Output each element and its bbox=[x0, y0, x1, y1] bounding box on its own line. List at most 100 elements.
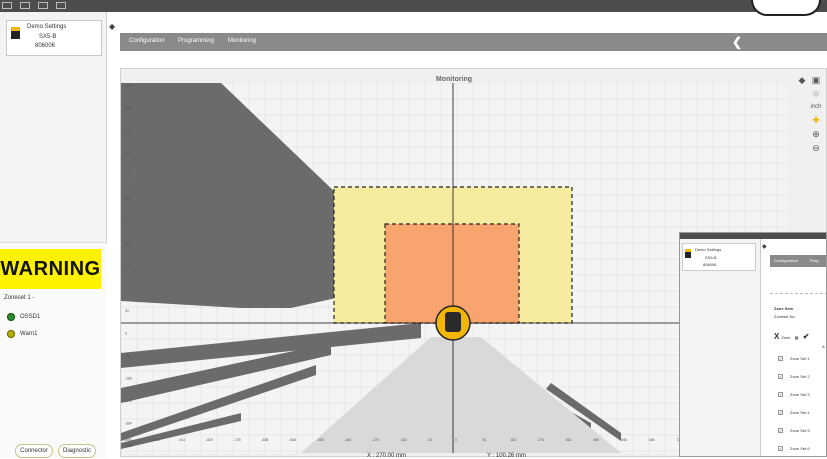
diagnostic-button[interactable]: Diagnostic bbox=[58, 444, 96, 458]
collapse-sidebar-icon[interactable]: ◆ bbox=[109, 22, 115, 31]
zone-set-label: Zone Set 5 bbox=[790, 428, 810, 433]
tab-monitoring[interactable]: Monitoring bbox=[228, 38, 256, 44]
x-tick-label: -638 bbox=[261, 438, 268, 442]
column-header: A bbox=[822, 344, 825, 349]
zoom-in-icon[interactable]: ⊕ bbox=[811, 129, 821, 139]
scanner-window bbox=[445, 312, 461, 332]
zone-toolbar: X Zone ▦ ✔ bbox=[774, 332, 811, 341]
connector-button[interactable]: Connector bbox=[15, 444, 53, 458]
y-tick-label: 181 bbox=[125, 287, 131, 291]
zone-set-checkbox[interactable]: ✓ bbox=[778, 392, 783, 397]
y-tick-label: 1008 bbox=[125, 84, 133, 88]
y-tick-label: 0 bbox=[125, 332, 127, 336]
zoneset-no-label: Zoneset No. bbox=[774, 314, 796, 319]
warn1-led-icon bbox=[7, 330, 15, 338]
zone-set-label: Zone Set 3 bbox=[790, 392, 810, 397]
title-bar bbox=[0, 0, 827, 16]
zoneset-label: Zoneset 1 - bbox=[4, 295, 35, 301]
x-tick-label: -182 bbox=[400, 438, 407, 442]
x-tick-label: -546 bbox=[289, 438, 296, 442]
sidebar: Demo Settings SX5-B 806006 WARNING Zones… bbox=[0, 12, 107, 458]
device-serial: 806006 bbox=[35, 43, 56, 49]
inset-sidebar: Demo Settings SX5-B 806006 bbox=[680, 239, 761, 456]
status-panel: WARNING Zoneset 1 - OSSD1 Warn1 Connecto… bbox=[0, 242, 107, 458]
cursor-y-readout: Y : 100.26 mm bbox=[487, 453, 526, 459]
window-control-icon[interactable] bbox=[56, 2, 66, 9]
x-tick-label: -820 bbox=[206, 438, 213, 442]
inset-tab-configuration[interactable]: Configuration bbox=[774, 258, 798, 263]
window-control-icon[interactable] bbox=[20, 2, 30, 9]
inset-device-serial: 806006 bbox=[703, 262, 717, 267]
zone-set-checkbox[interactable]: ✓ bbox=[778, 356, 783, 361]
x-tick-label: -911 bbox=[178, 438, 185, 442]
x-tick-label: 91 bbox=[483, 438, 487, 442]
zone-set-label: Zone Set 2 bbox=[790, 374, 810, 379]
ossd1-led-icon bbox=[7, 313, 15, 321]
pan-icon[interactable]: ✚ bbox=[811, 115, 821, 125]
tab-configuration[interactable]: Configuration bbox=[129, 38, 165, 44]
zone-set-label: Zone Set 4 bbox=[790, 410, 810, 415]
y-tick-label: 816 bbox=[125, 129, 131, 133]
y-tick-label: 91 bbox=[125, 309, 129, 313]
zone-set-checkbox[interactable]: ✓ bbox=[778, 374, 783, 379]
zone-set-label: Zone Set 1 bbox=[790, 356, 810, 361]
x-tick-label: -729 bbox=[234, 438, 241, 442]
device-card[interactable]: Demo Settings SX5-B 806006 bbox=[6, 20, 102, 56]
cursor-x-readout: X : 270.00 mm bbox=[367, 453, 407, 459]
brand-logo bbox=[751, 0, 821, 16]
zone-set-checkbox[interactable]: ✓ bbox=[778, 446, 783, 451]
tab-programming[interactable]: Programming bbox=[178, 38, 214, 44]
x-tick-label: -364 bbox=[344, 438, 351, 442]
camera-icon[interactable]: ▣ bbox=[811, 75, 821, 85]
y-tick-label: -455 bbox=[125, 444, 132, 448]
zone-set-label: Zone Set 6 bbox=[790, 446, 810, 451]
x-tick-label: 0 bbox=[455, 438, 457, 442]
inset-tab-programming[interactable]: Prog bbox=[810, 258, 818, 263]
x-tick-label: -91 bbox=[427, 438, 432, 442]
scanner-device-icon bbox=[685, 249, 691, 258]
zoom-out-icon[interactable]: ⊖ bbox=[811, 143, 821, 153]
pin-icon[interactable]: ◆ bbox=[797, 75, 807, 85]
y-tick-label: 614 bbox=[125, 174, 131, 178]
x-tick-label: 638 bbox=[649, 438, 655, 442]
zone-label: Zone bbox=[781, 335, 791, 340]
grid-icon[interactable]: ▦ bbox=[795, 335, 799, 340]
zone-set-checkbox[interactable]: ✓ bbox=[778, 428, 783, 433]
warning-indicator: WARNING bbox=[0, 249, 101, 289]
y-tick-label: -364 bbox=[125, 422, 132, 426]
y-tick-label: -91 bbox=[125, 354, 130, 358]
x-tick-label: -455 bbox=[317, 438, 324, 442]
warn1-label: Warn1 bbox=[20, 331, 38, 337]
ossd1-label: OSSD1 bbox=[20, 314, 41, 320]
inset-device-name: Demo Settings bbox=[695, 247, 722, 252]
y-tick-label: 470 bbox=[125, 219, 131, 223]
y-tick-label: 272 bbox=[125, 264, 131, 268]
zone-sets-panel: Zone Sets Zoneset No. X Zone ▦ ✔ A ✓ Zone … bbox=[770, 293, 826, 456]
main-nav: Configuration Programming Monitoring ❮ bbox=[120, 33, 827, 51]
x-tick-label: 364 bbox=[566, 438, 572, 442]
units-label[interactable]: inch bbox=[806, 102, 826, 112]
x-tick-label: -273 bbox=[372, 438, 379, 442]
inset-window[interactable]: Demo Settings SX5-B 806006 ◆ Configurati… bbox=[679, 232, 827, 457]
y-tick-label: 908 bbox=[125, 107, 131, 111]
y-tick-label: 364 bbox=[125, 242, 131, 246]
collapse-sidebar-icon[interactable]: ◆ bbox=[762, 243, 767, 250]
monitoring-title: Monitoring bbox=[435, 76, 473, 83]
settings-gear-icon[interactable]: ✲ bbox=[811, 89, 821, 99]
y-tick-label: -182 bbox=[125, 377, 132, 381]
x-tick-label: 455 bbox=[593, 438, 599, 442]
window-control-icon[interactable] bbox=[2, 2, 12, 9]
device-name: Demo Settings bbox=[27, 24, 67, 30]
scanner-device-icon bbox=[11, 27, 20, 39]
delete-icon[interactable]: X bbox=[774, 332, 779, 341]
y-tick-label: 707 bbox=[125, 152, 131, 156]
zone-sets-title: Zone Sets bbox=[774, 306, 794, 311]
back-chevron-icon[interactable]: ❮ bbox=[732, 35, 742, 49]
zone-set-checkbox[interactable]: ✓ bbox=[778, 410, 783, 415]
inset-device-card[interactable]: Demo Settings SX5-B 806006 bbox=[682, 243, 756, 271]
inset-device-model: SX5-B bbox=[705, 255, 717, 260]
checkmark-icon[interactable]: ✔ bbox=[803, 332, 810, 341]
x-tick-label: 546 bbox=[621, 438, 627, 442]
window-control-icon[interactable] bbox=[38, 2, 48, 9]
y-tick-label: -273 bbox=[125, 399, 132, 403]
